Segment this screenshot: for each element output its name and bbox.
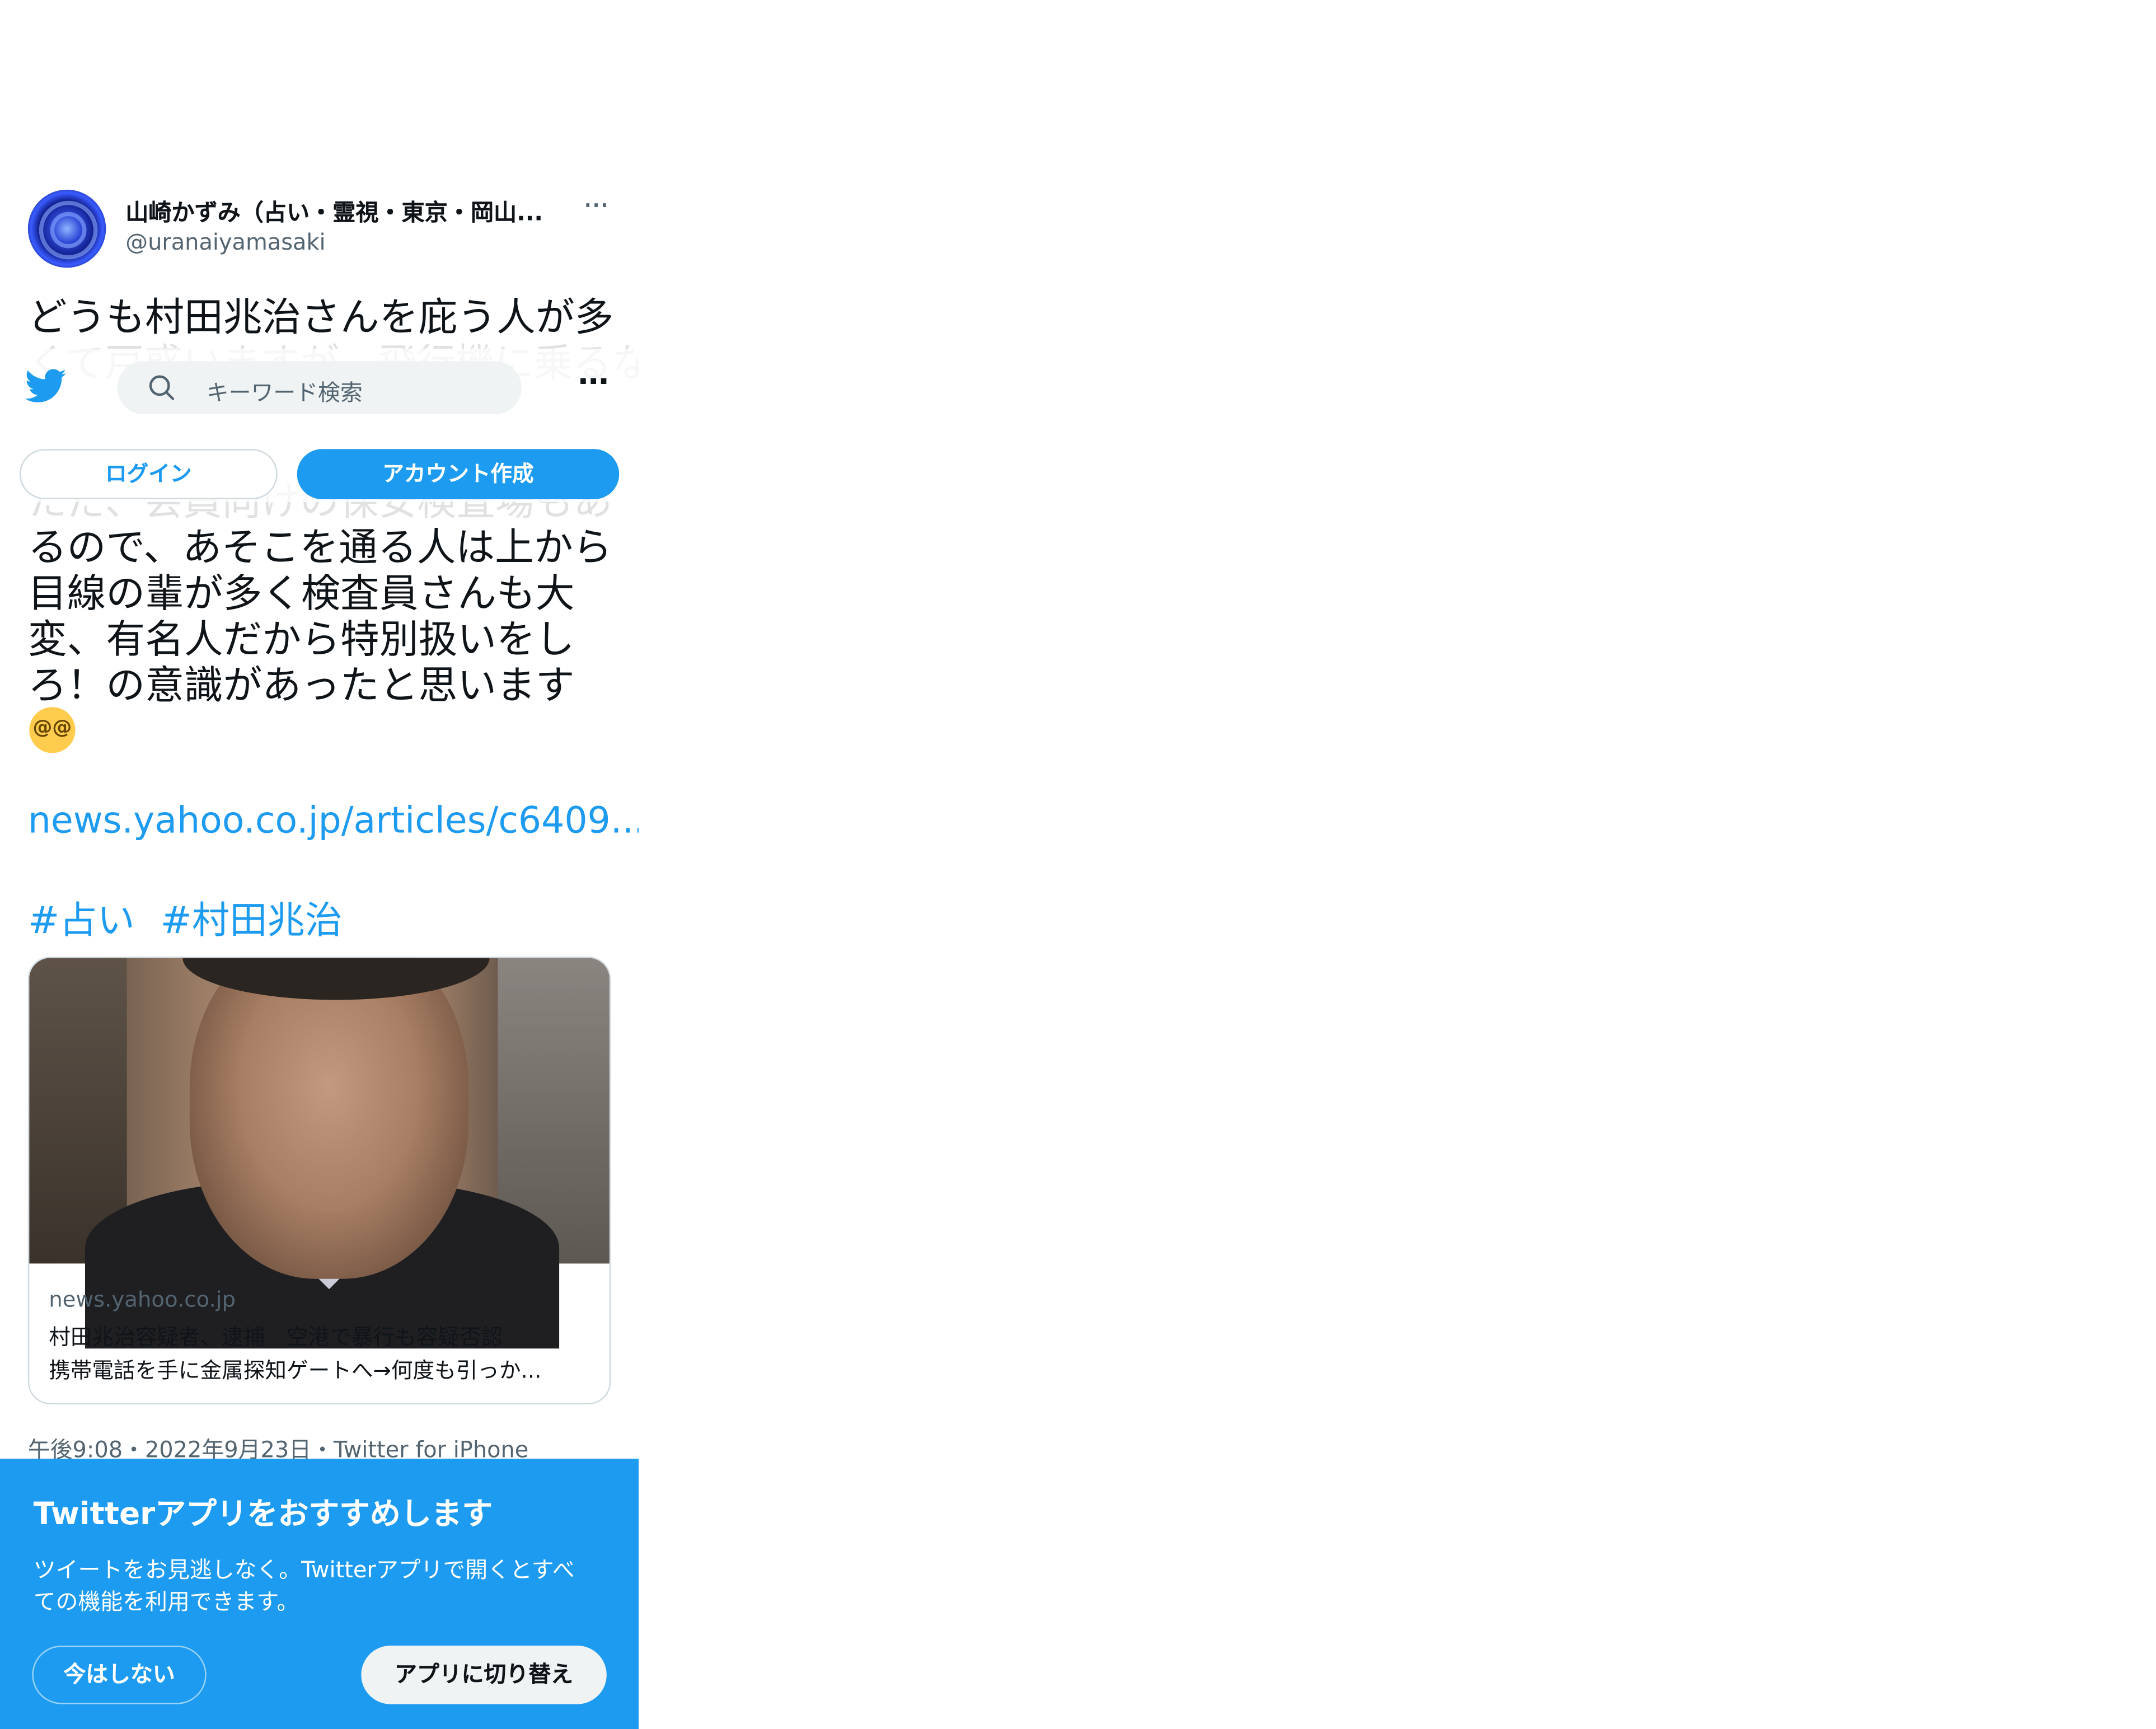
author-avatar[interactable] [27, 189, 106, 268]
tweet-text-line: るので、あそこを通る人は上から [27, 524, 612, 571]
hashtag-link[interactable]: #村田兆治 [161, 890, 343, 944]
card-image [29, 958, 610, 1349]
not-now-button[interactable]: 今はしない [32, 1645, 207, 1704]
card-title-line: 村田兆治容疑者、逮捕 空港で暴行も容疑否認 [49, 1324, 503, 1350]
twitter-bird-icon[interactable] [25, 368, 67, 405]
search-icon [149, 375, 175, 400]
author-handle[interactable]: @uranaiyamasaki [125, 229, 325, 255]
author-name[interactable]: 山崎かずみ（占い・霊視・東京・岡山... [125, 194, 543, 227]
tweet-more-icon[interactable]: ··· [583, 190, 609, 224]
tweet-page: 山崎かずみ（占い・霊視・東京・岡山... @uranaiyamasaki ···… [0, 0, 639, 1729]
tweet-text-line: 目線の輩が多く検査員さんも大 [27, 570, 575, 617]
banner-body-line: ての機能を利用できます。 [33, 1588, 299, 1615]
tweet-text-line: どうも村田兆治さんを庇う人が多 [27, 294, 614, 340]
search-placeholder[interactable]: キーワード検索 [207, 374, 363, 407]
banner-title: Twitterアプリをおすすめします [33, 1497, 493, 1533]
article-link[interactable]: news.yahoo.co.jp/articles/c6409... [28, 800, 639, 842]
link-preview-card[interactable]: news.yahoo.co.jp 村田兆治容疑者、逮捕 空港で暴行も容疑否認 携… [27, 957, 611, 1404]
login-button[interactable]: ログイン [19, 449, 278, 499]
card-title-line: 携帯電話を手に金属探知ゲートへ→何度も引っか... [49, 1358, 542, 1384]
viewport: 山崎かずみ（占い・霊視・東京・岡山... @uranaiyamasaki ···… [0, 0, 2156, 1729]
hashtag-link[interactable]: #占い [28, 890, 135, 944]
create-account-button[interactable]: アカウント作成 [297, 449, 620, 499]
more-options-icon[interactable]: ··· [577, 366, 610, 400]
card-domain: news.yahoo.co.jp [49, 1287, 236, 1313]
dizzy-face-emoji-icon: @@ [29, 707, 76, 753]
tweet-text-line: 変、有名人だから特別扱いをし [27, 616, 575, 663]
switch-to-app-button[interactable]: アプリに切り替え [361, 1645, 607, 1704]
banner-body-line: ツイートをお見逃しなく。Twitterアプリで開くとすべ [33, 1556, 575, 1583]
tweet-text-line: ろ！の意識があったと思います [27, 662, 575, 709]
